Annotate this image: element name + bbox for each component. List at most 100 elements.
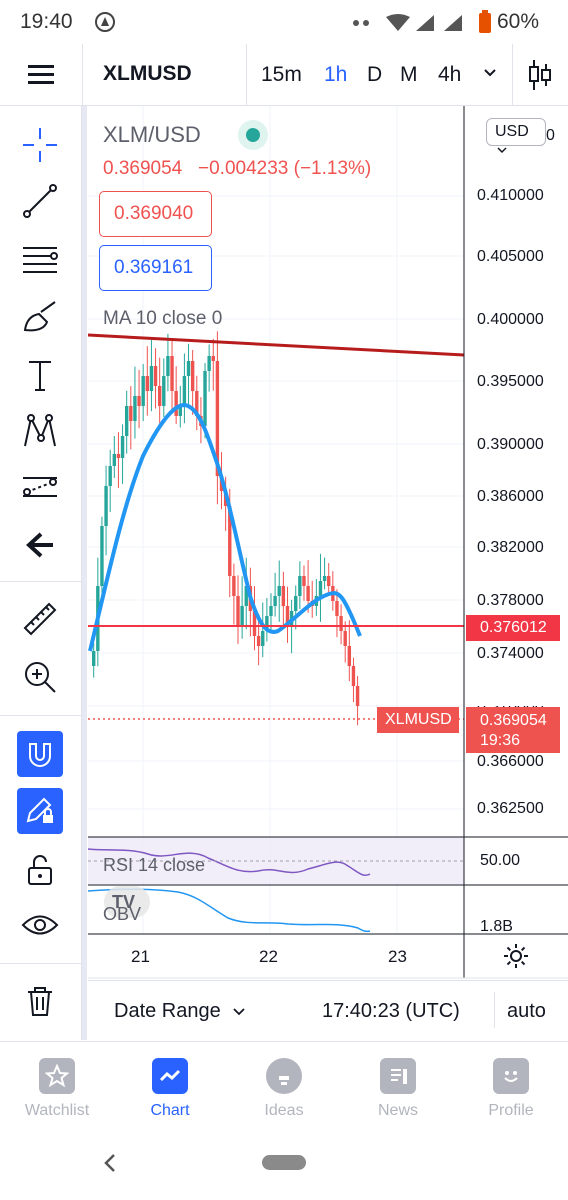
timeframe-m[interactable]: M	[400, 63, 418, 87]
menu-button[interactable]	[0, 44, 82, 106]
ruler-icon	[23, 602, 57, 636]
home-pill[interactable]	[262, 1155, 306, 1170]
nav-watchlist[interactable]: Watchlist	[7, 1042, 107, 1141]
back-nav-icon[interactable]	[100, 1152, 120, 1179]
pattern-tool[interactable]	[17, 408, 63, 454]
sell-button[interactable]: 0.369040	[99, 191, 212, 237]
price-tick: 0.362500	[477, 800, 544, 817]
market-status-icon	[246, 128, 260, 142]
candle	[133, 396, 137, 421]
ruler-tool[interactable]	[17, 596, 63, 642]
fib-tool[interactable]	[17, 236, 63, 282]
candle	[273, 596, 277, 606]
date-range-button[interactable]: Date Range	[114, 1000, 246, 1023]
price-tick: 0.382000	[477, 539, 544, 556]
candle	[174, 391, 178, 416]
magnet-tool[interactable]	[17, 731, 63, 777]
drawing-toolbar	[0, 106, 87, 1040]
price-tick: 0.410000	[477, 187, 544, 204]
candle	[318, 581, 323, 596]
chart-toolbar: XLMUSD 15m 1h D M 4h	[0, 44, 568, 106]
app-notification-icon	[94, 11, 116, 38]
back-button[interactable]	[17, 522, 63, 568]
candle	[269, 606, 273, 616]
eye-icon	[21, 915, 59, 935]
delete-drawings-tool[interactable]	[17, 978, 63, 1024]
candle	[116, 454, 121, 458]
nav-profile[interactable]: Profile	[461, 1042, 561, 1141]
footer-separator	[494, 992, 495, 1028]
forecast-tool[interactable]	[17, 464, 63, 510]
zoom-tool[interactable]	[17, 654, 63, 700]
brush-tool[interactable]	[17, 294, 63, 340]
candle	[162, 376, 166, 406]
candle	[298, 576, 302, 596]
currency-label: USD	[495, 123, 529, 140]
battery-icon	[478, 10, 492, 39]
candle	[100, 526, 104, 586]
auto-scale-button[interactable]: auto	[507, 1000, 546, 1023]
candle	[351, 666, 356, 686]
symbol-last-label: XLMUSD	[377, 707, 459, 733]
lock-all-tool[interactable]	[17, 847, 63, 893]
price-tick: 0.374000	[477, 645, 544, 662]
candle	[129, 406, 133, 421]
candle	[141, 376, 145, 406]
utc-clock[interactable]: 17:40:23 (UTC)	[322, 1000, 460, 1023]
timeframe-4h[interactable]: 4h	[438, 63, 461, 87]
bottom-navigation: Watchlist Chart Ideas News Profile	[0, 1041, 568, 1140]
pattern-icon	[24, 414, 56, 447]
battery-percent: 60%	[497, 10, 540, 33]
candle	[112, 454, 117, 466]
candle	[92, 651, 96, 666]
trend-line	[88, 333, 465, 357]
crosshair-tool[interactable]	[17, 122, 63, 168]
chart-icon	[159, 1069, 181, 1082]
chevron-down-icon	[233, 1008, 245, 1016]
obv-legend[interactable]: OBV	[103, 904, 141, 925]
candle	[236, 596, 240, 626]
price-label-top: 0	[546, 127, 555, 144]
last-price-label: 0.369054 19:36	[466, 707, 560, 753]
hide-drawings-tool[interactable]	[17, 902, 63, 948]
chevron-down-icon	[497, 147, 507, 154]
buy-button[interactable]: 0.369161	[99, 245, 212, 291]
nav-chart[interactable]: Chart	[120, 1042, 220, 1141]
candle	[190, 361, 195, 391]
text-tool[interactable]	[17, 352, 63, 398]
obv-value: 1.8B	[480, 918, 513, 935]
ma-legend[interactable]: MA 10 close 0	[103, 308, 222, 330]
candle	[153, 366, 158, 386]
candle	[124, 406, 129, 436]
timeframe-15m[interactable]: 15m	[261, 63, 302, 87]
candle	[335, 601, 339, 616]
nav-ideas[interactable]: Ideas	[234, 1042, 334, 1141]
status-time: 19:40	[20, 10, 73, 33]
price-tick: 0.400000	[477, 311, 544, 328]
candle	[343, 631, 347, 646]
unlock-icon	[28, 855, 52, 885]
chart-settings-icon[interactable]	[503, 943, 529, 974]
candle	[170, 356, 174, 391]
signal-icons	[350, 13, 470, 38]
price-tick: 0.395000	[477, 373, 544, 390]
arrow-left-icon	[26, 532, 53, 558]
magnet-icon	[29, 743, 51, 767]
chart-type-candles-icon[interactable]	[527, 58, 553, 97]
nav-news[interactable]: News	[348, 1042, 448, 1141]
candle	[137, 396, 141, 406]
candle	[302, 576, 306, 586]
timeframe-1h[interactable]: 1h	[324, 63, 347, 87]
timeframe-dropdown-icon[interactable]	[482, 66, 498, 85]
candle	[261, 631, 265, 646]
trend-line-tool[interactable]	[17, 178, 63, 224]
lock-drawings-tool[interactable]	[17, 788, 63, 834]
legend-price: 0.369054	[103, 158, 183, 179]
rsi-legend[interactable]: RSI 14 close	[103, 855, 205, 876]
hamburger-icon	[28, 65, 54, 84]
currency-selector[interactable]: USD	[486, 118, 546, 154]
timeframe-d[interactable]: D	[367, 63, 382, 87]
symbol-selector[interactable]: XLMUSD	[103, 62, 192, 86]
crosshair-icon	[23, 128, 57, 162]
legend-change: −0.004233 (−1.13%)	[198, 158, 372, 179]
